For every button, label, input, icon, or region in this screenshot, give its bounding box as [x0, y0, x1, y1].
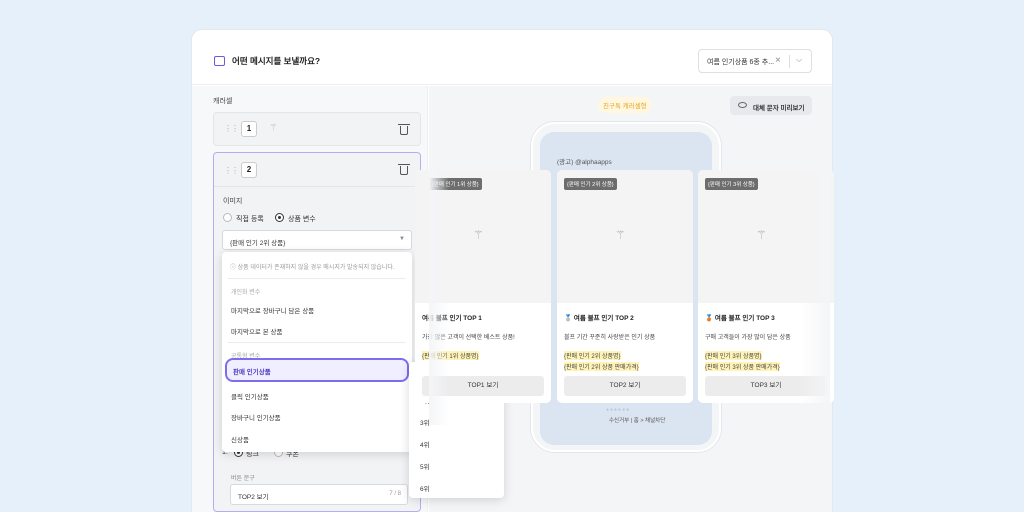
alt-preview-button[interactable]: 대체 문자 미리보기 [730, 96, 812, 115]
magic-wand-icon: ⚚ [756, 228, 767, 242]
button-text-label: 버튼 문구 [231, 476, 255, 482]
radio-variable-label: 상품 변수 [288, 216, 316, 223]
radio-direct-label: 직접 등록 [236, 216, 264, 223]
carousel-item-number: 1 [241, 121, 257, 137]
image-label: 이미지 [223, 198, 243, 205]
eye-icon [738, 102, 747, 108]
submenu-option[interactable]: 4위 [420, 439, 430, 449]
carousel-item-1[interactable]: ⋮⋮ 1 ⚚ [213, 112, 421, 146]
card-desc: 구매 고객들이 가장 많이 담은 상품 [705, 335, 791, 341]
alt-preview-label: 대체 문자 미리보기 [753, 105, 805, 112]
card-tag: {판매 인기 3위 상품} [705, 178, 758, 190]
card-var: {판매 인기 2위 상품명} [564, 351, 621, 360]
chevron-down-icon: ▼ [399, 236, 405, 242]
card-var: {판매 인기 2위 상품 판매가격} [564, 362, 639, 371]
magic-wand-icon: ⚚ [269, 123, 278, 134]
card-title: 🥉 여름 블프 인기 TOP 3 [705, 315, 775, 322]
dropdown-option[interactable]: 장바구니 인기상품 [231, 412, 281, 422]
radio-variable[interactable] [275, 213, 284, 222]
card-button[interactable]: TOP2 보기 [564, 376, 686, 396]
char-count: 7 / 8 [389, 491, 401, 497]
dropdown-divider [228, 278, 406, 279]
card-title: 🥈 여름 블프 인기 TOP 2 [564, 315, 634, 322]
trash-icon[interactable] [398, 124, 410, 135]
clear-icon[interactable]: × [775, 55, 781, 66]
carousel-fade-right [800, 165, 830, 425]
magic-wand-icon: ⚚ [615, 228, 626, 242]
card-var: {판매 인기 3위 상품 판매가격} [705, 362, 780, 371]
dropdown-divider [228, 342, 406, 343]
dropdown-option[interactable]: 클릭 인기상품 [231, 391, 269, 401]
dropdown-option[interactable]: 마지막으로 장바구니 담은 상품 [231, 305, 314, 315]
dropdown-option-highlighted[interactable]: 판매 인기상품 [225, 358, 409, 382]
carousel-pagination[interactable]: ●●●●●● [606, 407, 630, 413]
editor-header: 어떤 메시지를 보낼까요? 여름 인기상품 6종 추... × ⌵ [192, 30, 832, 85]
chevron-down-icon[interactable]: ⌵ [796, 55, 802, 65]
carousel-item-number: 2 [241, 162, 257, 178]
item-divider [214, 186, 420, 187]
button-text-value: TOP2 보기 [238, 494, 269, 501]
ad-sender-label: (광고) @alphaapps [557, 159, 612, 166]
drag-handle-icon[interactable]: ⋮⋮ [224, 124, 239, 133]
button-text-input[interactable]: TOP2 보기 7 / 8 [230, 484, 408, 505]
card-var: {판매 인기 3위 상품명} [705, 351, 762, 360]
dropdown-option[interactable]: 신상품 [231, 434, 249, 444]
group-personal-label: 개인화 변수 [231, 290, 261, 296]
page-title: 어떤 메시지를 보낼까요? [232, 56, 321, 66]
select-divider [789, 55, 790, 68]
dropdown-option[interactable]: 마지막으로 본 상품 [231, 326, 282, 336]
template-select-value: 여름 인기상품 6종 추... [707, 59, 775, 66]
magic-wand-icon: ⚚ [473, 228, 484, 242]
template-select[interactable]: 여름 인기상품 6종 추... × ⌵ [698, 49, 812, 73]
card-tag: {판매 인기 2위 상품} [564, 178, 617, 190]
highlighted-option-label: 판매 인기상품 [233, 369, 271, 376]
drag-handle-icon[interactable]: ⋮⋮ [224, 166, 239, 175]
variable-dropdown: ⓘ 상품 데이터가 존재하지 않을 경우 메시지가 발송되지 않습니다. 개인화… [222, 252, 412, 452]
optout-text: 수신거부 | 홈 > 채널차단 [609, 418, 666, 424]
message-icon [214, 56, 225, 66]
preview-card-2[interactable]: {판매 인기 2위 상품} ⚚ 🥈 여름 블프 인기 TOP 2 블프 기간 꾸… [557, 170, 693, 403]
carousel-fade-left [429, 165, 449, 425]
dropdown-notice: ⓘ 상품 데이터가 존재하지 않을 경우 메시지가 발송되지 않습니다. [230, 265, 395, 271]
variable-select-value: {판매 인기 2위 상품} [230, 240, 286, 247]
variable-select[interactable]: {판매 인기 2위 상품} ▼ [222, 230, 412, 250]
submenu-option[interactable]: 5위 [420, 461, 430, 471]
trash-icon[interactable] [398, 164, 410, 175]
card-desc: 블프 기간 꾸준히 사랑받은 인기 상품 [564, 335, 656, 341]
submenu-option[interactable]: 6위 [420, 483, 430, 493]
message-type-badge: 친구톡 캐러셀형 [598, 97, 652, 113]
radio-direct[interactable] [223, 213, 232, 222]
carousel-section-label: 캐러셀 [213, 98, 233, 105]
